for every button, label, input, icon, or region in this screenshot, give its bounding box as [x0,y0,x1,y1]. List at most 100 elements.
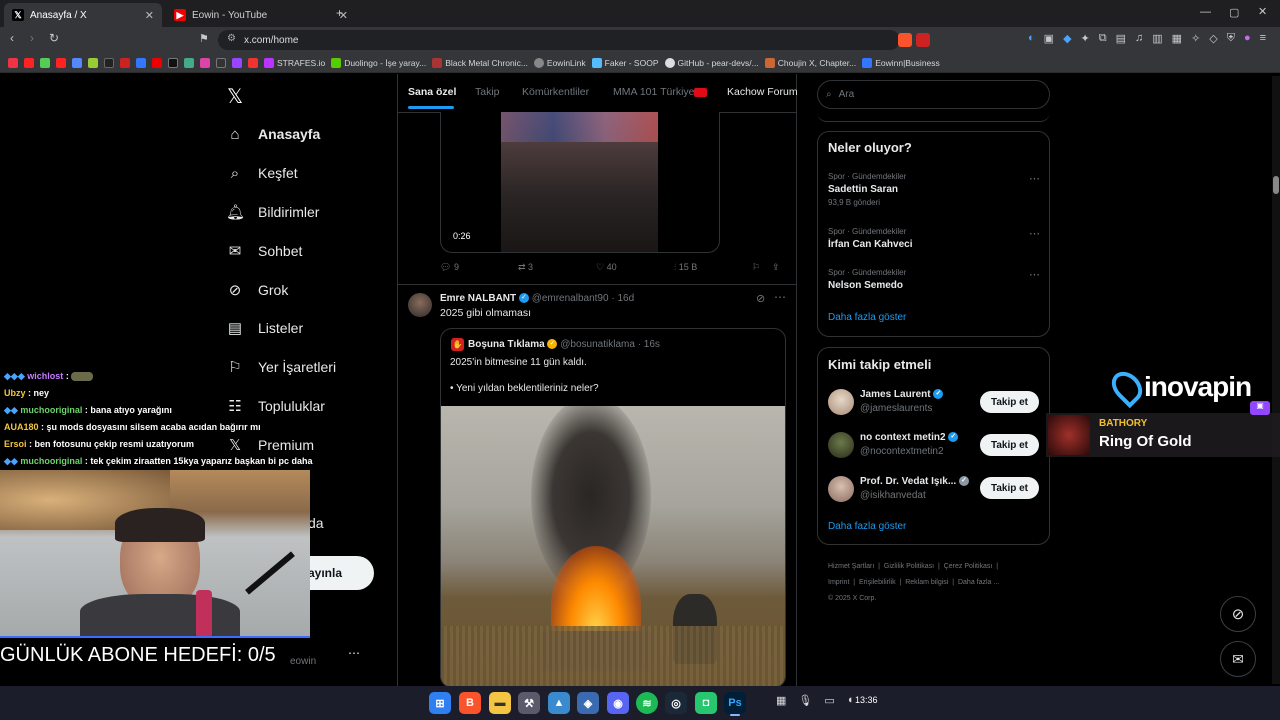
bookmark-icon[interactable] [120,57,130,68]
nav-communities[interactable]: ☷ Topluluklar [226,391,325,421]
photos-app-icon[interactable]: ▲ [548,692,570,714]
bookmark-icon[interactable] [24,57,34,68]
brave-browser-icon[interactable]: B [459,692,481,714]
vpn-icon[interactable]: ⛨ [1227,32,1235,45]
steam-icon[interactable]: ◎ [665,692,687,714]
brave-rewards-icon[interactable] [916,33,930,47]
bookmark-link[interactable]: EowinLink [533,57,586,68]
share-button[interactable]: ⇪ [772,262,780,273]
nav-lists[interactable]: ▤ Listeler [226,313,303,343]
tray-grid-icon[interactable]: ▦ [776,694,786,707]
bookmark-icon[interactable] [232,57,242,68]
search-box[interactable]: ⌕ Ara [817,80,1050,109]
author-name[interactable]: Emre NALBANT [440,293,516,304]
trend-item[interactable]: Spor · Gündemdekiler İrfan Can Kahveci ⋯ [828,227,1040,250]
tab-following[interactable]: Takip [475,86,500,98]
tab-for-you[interactable]: Sana özel [408,86,456,98]
follow-button[interactable]: Takip et [980,434,1039,456]
back-icon[interactable]: ‹ [10,31,14,45]
nav-more-partial[interactable]: da [308,515,324,531]
bookmark-link[interactable]: GitHub - pear-devs/... [664,57,759,68]
video-player[interactable]: 0:26 [440,112,720,253]
profile-icon[interactable]: ● [1244,32,1251,45]
forward-icon[interactable]: › [30,31,34,45]
suggested-user-name[interactable]: James Laurent ✓ [860,389,944,400]
maximize-icon[interactable]: ▢ [1229,6,1239,19]
views-button[interactable]: ⫶ 15 B [674,262,697,273]
post-more-icon[interactable]: ⋯ [774,290,786,304]
account-handle[interactable]: eowin [290,656,316,667]
bookmark-icon[interactable] [168,57,178,68]
trend-item[interactable]: Spor · Gündemdekiler Sadettin Saran 93,9… [828,172,1040,207]
bookmark-icon[interactable] [184,57,194,68]
minimize-icon[interactable]: — [1200,6,1211,18]
trend-more-icon[interactable]: ⋯ [1029,172,1040,185]
bookmark-button[interactable]: ⚐ [752,262,760,273]
tab-mma101[interactable]: MMA 101 Türkiye [613,86,695,98]
footer-link[interactable]: Çerez Politikası [944,563,993,570]
bookmark-page-icon[interactable]: ⚑ [199,32,209,45]
wallet-icon[interactable]: ▦ [1172,32,1182,45]
suggested-user-handle[interactable]: @jameslaurents [860,403,932,414]
chat-app-icon[interactable]: ◘ [695,692,717,714]
network-icon[interactable]: ▭ [824,694,834,707]
bookmark-icon[interactable] [136,57,146,68]
bookmark-icon[interactable] [216,57,226,68]
suggested-user-handle[interactable]: @isikhanvedat [860,490,926,501]
media-icon[interactable]: ♫ [1135,32,1143,45]
trend-item[interactable]: Spor · Gündemdekiler Nelson Semedo ⋯ [828,268,1040,291]
leo-icon[interactable]: ✧ [1191,32,1200,45]
avatar[interactable] [828,476,854,502]
close-tab-icon[interactable]: ✕ [145,9,154,22]
nav-explore[interactable]: ⌕ Keşfet [226,158,298,188]
site-info-icon[interactable]: ⚙ [227,33,236,44]
extension-icon[interactable]: ◆ [1063,32,1071,45]
extension-icon[interactable]: ◐ [1028,32,1035,45]
footer-link[interactable]: Reklam bilgisi [905,579,948,586]
bookmark-link[interactable]: Faker - SOOP [591,57,659,68]
bookmark-link[interactable]: Choujin X, Chapter... [764,57,856,68]
bookmark-icon[interactable] [248,57,258,68]
spotify-icon[interactable]: ≋ [636,692,658,714]
window-close-icon[interactable]: ✕ [1258,5,1267,18]
new-tab-icon[interactable]: + [336,6,343,20]
nav-home[interactable]: ⌂ Anasayfa [226,119,320,149]
avatar[interactable] [828,432,854,458]
clock[interactable]: 13:36 [855,695,878,705]
puzzle-icon[interactable]: ✦ [1081,32,1090,45]
footer-link[interactable]: Erişilebilirlik [859,579,896,586]
tab-youtube[interactable]: ▶ Eowin - YouTube ✕ [166,3,356,27]
bookmark-link[interactable]: Duolingo - İşe yaray... [331,57,426,68]
x-logo-icon[interactable]: 𝕏 [227,84,243,109]
reply-button[interactable]: 💬︎ 9 [440,262,459,273]
quote-image[interactable] [441,406,785,687]
follow-show-more-link[interactable]: Daha fazla göster [828,521,906,532]
bookmark-link[interactable]: Eowinn|Business [862,57,940,68]
tab-kachow-forum[interactable]: Kachow Forum [727,86,798,98]
microphone-icon[interactable]: 🎙︎ [798,694,812,707]
suggested-user-name[interactable]: no context metin2 ✓ [860,432,959,443]
extension-icon[interactable]: ▤ [1116,32,1126,45]
grok-float-button[interactable]: ⊘ [1220,596,1256,632]
suggested-user-name[interactable]: Prof. Dr. Vedat Işık... ✓ [860,476,969,487]
footer-link[interactable]: Daha fazla ... [958,579,999,586]
bookmark-icon[interactable] [152,57,162,68]
extension-icon[interactable]: ◇ [1209,32,1217,45]
like-button[interactable]: ♡ 40 [596,262,617,273]
network-app-icon[interactable]: ◈ [577,692,599,714]
menu-icon[interactable]: ≡ [1260,32,1266,45]
extension-icon[interactable]: ▣ [1044,32,1054,45]
nav-notifications[interactable]: 🔔︎ Bildirimler [226,197,319,227]
quoted-post[interactable]: ✋ Boşuna Tıklama ✓ @bosunatiklama · 16s … [440,328,786,688]
volume-icon[interactable]: ◖ [847,694,854,707]
tab-komurkentliler[interactable]: Kömürkentliler [522,86,589,98]
account-more-icon[interactable]: ⋯ [348,646,360,660]
author-handle[interactable]: @emrenalbant90 [532,293,609,304]
nav-messages[interactable]: ✉ Sohbet [226,236,303,266]
follow-button[interactable]: Takip et [980,391,1039,413]
brave-lion-icon[interactable] [898,33,912,47]
file-explorer-icon[interactable]: ▬ [489,692,511,714]
extension-icon[interactable]: ⧉ [1099,32,1107,45]
bookmark-icon[interactable] [72,57,82,68]
follow-button[interactable]: Takip et [980,477,1039,499]
